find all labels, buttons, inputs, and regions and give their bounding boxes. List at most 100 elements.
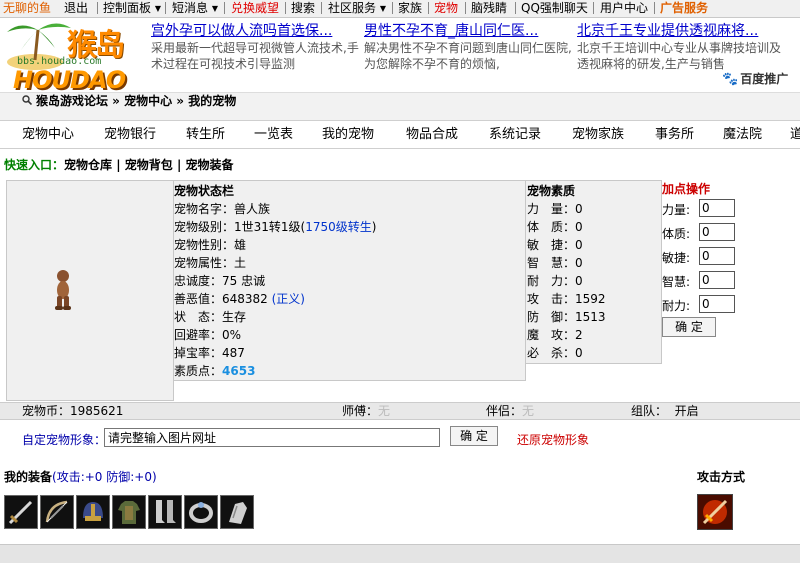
boots-icon[interactable]	[148, 495, 182, 529]
messages-link[interactable]: 短消息 ▼	[172, 1, 218, 16]
quick-link-equipment[interactable]: 宠物装备	[186, 158, 234, 172]
karma-alignment-link[interactable]: (正义)	[272, 292, 305, 306]
nav-divider	[321, 2, 322, 14]
nav-divider	[165, 2, 166, 14]
restore-avatar-link[interactable]: 还原宠物形象	[517, 431, 589, 448]
menu-system-log[interactable]: 系统记录	[489, 121, 541, 148]
menu-office[interactable]: 事务所	[655, 121, 694, 148]
baidu-promo-label: 百度推广	[740, 72, 789, 86]
pet-drop-rate: 掉宝率：487	[174, 346, 245, 360]
add-points-panel: 加点操作 力量: 体质: 敏捷: 智慧: 耐力: 确 定	[662, 180, 800, 340]
attack-method-title: 攻击方式	[697, 470, 746, 484]
quick-link-warehouse[interactable]: 宠物仓库	[64, 158, 112, 172]
quality-header: 宠物素质	[527, 184, 576, 198]
control-panel-link[interactable]: 控制面板 ▼	[103, 1, 161, 16]
add-constitution-input[interactable]	[699, 223, 735, 241]
quality-magic-attack: 魔 攻：2	[527, 328, 583, 342]
ring-icon[interactable]	[184, 495, 218, 529]
quick-entry: 快速入口：宠物仓库 | 宠物背包 | 宠物装备	[4, 158, 234, 172]
menu-item-synthesis[interactable]: 物品合成	[406, 121, 458, 148]
avatar-url-input[interactable]	[104, 428, 440, 447]
helmet-icon[interactable]	[76, 495, 110, 529]
nav-divider	[285, 2, 286, 14]
pet-status-panel: 宠物状态栏 宠物名字：兽人族 宠物级别：1世31转1级(1750级转生) 宠物性…	[173, 180, 526, 381]
rebirth-level-link[interactable]: 1750级转生	[305, 220, 372, 234]
nav-divider	[224, 2, 225, 14]
menu-pet-center[interactable]: 宠物中心	[22, 121, 74, 148]
bottom-bar	[0, 544, 800, 563]
ad-services-link[interactable]: 广告服务	[660, 1, 708, 16]
ad-title[interactable]: 宫外孕可以做人流吗首选保...	[151, 22, 361, 40]
qq-chat-link[interactable]: QQ强制聊天	[521, 1, 588, 16]
equipment-stats: (攻击:+0 防御:+0)	[52, 470, 157, 484]
quality-attack: 攻 击：1592	[527, 292, 606, 306]
ad-description: 采用最新一代超导可视微管人流技术,手术过程在可视技术引导监测	[151, 41, 359, 71]
pet-level-suffix: )	[371, 220, 377, 234]
add-endurance-input[interactable]	[699, 295, 735, 313]
pet-link[interactable]: 宠物	[434, 1, 458, 16]
user-center-link[interactable]: 用户中心	[600, 1, 648, 16]
add-points-confirm-button[interactable]: 确 定	[662, 317, 716, 337]
ad-title[interactable]: 男性不孕不育_唐山同仁医...	[364, 22, 574, 40]
breadcrumb-bar: 猴岛游戏论坛 » 宠物中心 » 我的宠物	[0, 92, 800, 121]
team-info: 组队： 开启	[631, 403, 699, 419]
menu-more[interactable]: 道	[790, 121, 800, 148]
baidu-promo-link[interactable]: 🐾 百度推广	[722, 70, 788, 87]
menu-pet-bank[interactable]: 宠物银行	[104, 121, 156, 148]
dropdown-arrow-icon: ▼	[379, 4, 386, 13]
ad-block[interactable]: 男性不孕不育_唐山同仁医... 解决男性不孕不育问题到唐山同仁医院,为您解除不孕…	[364, 22, 574, 72]
menu-pet-family[interactable]: 宠物家族	[572, 121, 624, 148]
ad-description: 解决男性不孕不育问题到唐山同仁医院,为您解除不孕不育的烦恼,	[364, 41, 572, 71]
user-name-link[interactable]: 无聊的鱼	[3, 1, 51, 16]
pet-gender: 宠物性别：雄	[174, 238, 247, 252]
pet-level: 宠物级别：1世31转1级(1750级转生)	[174, 218, 376, 236]
quality-endurance: 耐 力：0	[527, 274, 583, 288]
pet-name: 宠物名字：兽人族	[174, 202, 271, 216]
menu-magic-academy[interactable]: 魔法院	[723, 121, 762, 148]
breadcrumb: 猴岛游戏论坛 » 宠物中心 » 我的宠物	[22, 93, 236, 109]
add-wisdom-label: 智慧:	[662, 275, 691, 289]
quick-entry-label: 快速入口：	[4, 158, 65, 172]
equipment-title-label: 我的装备	[4, 470, 53, 484]
ad-block[interactable]: 北京千王专业提供透视麻将... 北京千王培训中心专业从事牌技培训及透视麻将的研发…	[577, 22, 787, 72]
points-label: 素质点：	[174, 364, 223, 378]
custom-avatar-row: 自定宠物形象： 确 定 还原宠物形象	[0, 420, 800, 456]
gauntlet-icon[interactable]	[220, 495, 254, 529]
brain-link[interactable]: 脑残睛	[471, 1, 507, 16]
pet-state: 状 态：生存	[174, 310, 247, 324]
control-panel-label: 控制面板	[103, 1, 152, 15]
bow-icon[interactable]	[40, 495, 74, 529]
logout-link[interactable]: 退出	[64, 1, 88, 16]
ad-block[interactable]: 宫外孕可以做人流吗首选保... 采用最新一代超导可视微管人流技术,手术过程在可视…	[151, 22, 361, 72]
dropdown-arrow-icon: ▼	[154, 4, 161, 13]
add-agility-input[interactable]	[699, 247, 735, 265]
sword-icon[interactable]	[4, 495, 38, 529]
equipment-title: 我的装备(攻击:+0 防御:+0)	[4, 468, 157, 485]
nav-divider	[392, 2, 393, 14]
custom-avatar-confirm-button[interactable]: 确 定	[450, 426, 498, 446]
menu-overview[interactable]: 一览表	[254, 121, 293, 148]
pet-quality-panel: 宠物素质 力 量：0 体 质：0 敏 捷：0 智 慧：0 耐 力：0 攻 击：1…	[525, 180, 662, 364]
community-services-link[interactable]: 社区服务 ▼	[328, 1, 386, 16]
menu-rebirth[interactable]: 转生所	[186, 121, 225, 148]
site-logo[interactable]: 猴岛 bbs.houdao.com HOUDAO	[5, 16, 145, 94]
redeem-prestige-link[interactable]: 兑换威望	[231, 1, 279, 16]
breadcrumb-text[interactable]: 猴岛游戏论坛 » 宠物中心 » 我的宠物	[36, 94, 236, 108]
menu-my-pet[interactable]: 我的宠物	[322, 121, 374, 148]
nav-divider	[654, 2, 655, 14]
add-strength-input[interactable]	[699, 199, 735, 217]
fire-sword-icon[interactable]	[697, 494, 733, 530]
community-label: 社区服务	[328, 1, 377, 15]
family-link[interactable]: 家族	[398, 1, 422, 16]
nav-divider	[465, 2, 466, 14]
ad-title[interactable]: 北京千王专业提供透视麻将...	[577, 22, 787, 40]
pet-avatar-icon	[55, 270, 71, 310]
armor-icon[interactable]	[112, 495, 146, 529]
add-wisdom-input[interactable]	[699, 271, 735, 289]
pet-avatar-panel	[6, 180, 174, 401]
search-link[interactable]: 搜索	[291, 1, 315, 16]
status-header: 宠物状态栏	[174, 184, 235, 198]
partner-value: 无	[522, 404, 535, 418]
quick-link-backpack[interactable]: 宠物背包	[125, 158, 173, 172]
custom-avatar-label: 自定宠物形象：	[22, 433, 107, 447]
